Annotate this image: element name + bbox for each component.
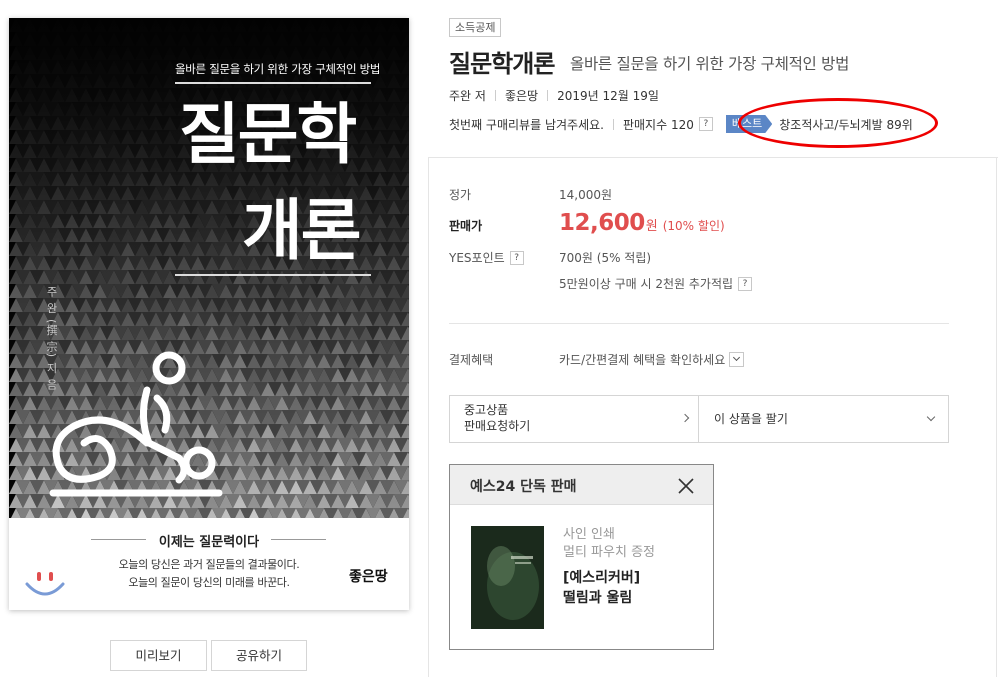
product-subtitle: 올바른 질문을 하기 위한 가장 구체적인 방법 [570,55,850,73]
used-sell-request-button[interactable]: 중고상품 판매요청하기 [450,396,699,442]
cover-white-panel: 이제는 질문력이다 오늘의 당신은 과거 질문들의 결과물이다. 오늘의 질문이… [9,518,409,610]
price-section-top-border [428,157,998,158]
discount-rate: (10% 할인) [662,219,725,233]
promo-line3: [예스리커버] [563,570,641,586]
yes-points-value: 700원 (5% 적립) [559,251,652,265]
close-icon[interactable] [677,477,695,495]
cover-rule-top [175,82,371,84]
used-label-line1: 중고상품 [464,403,509,417]
promo-title: 예스24 단독 판매 [470,479,577,495]
best-seller-tag: 베스트 [725,115,773,133]
extra-points-help-icon[interactable]: ? [738,276,753,291]
sale-price-unit: 원 [645,219,658,234]
exclusive-promo-popup: 예스24 단독 판매 사인 인쇄 멀티 파우치 증정 [예스리커버] 떨림과 울… [449,464,714,650]
divider [494,90,496,101]
sale-price: 12,600 원 (10% 할인) [559,210,725,236]
publisher-link[interactable]: 좋은땅 [505,87,538,104]
sell-this-item-dropdown[interactable]: 이 상품을 팔기 [700,396,948,442]
section-divider [449,323,949,324]
promo-line1: 사인 인쇄 [563,527,615,542]
cover-rule-bottom [175,274,371,276]
thinker-illustration-icon [49,351,223,497]
cover-publisher-logo: 좋은땅 [349,569,388,585]
chevron-down-icon [926,412,936,422]
sell-this-item-label: 이 상품을 팔기 [714,412,788,426]
sales-index: 판매지수 120 [622,117,694,132]
preview-button[interactable]: 미리보기 [110,640,207,671]
cover-title-line2: 개론 [242,192,361,269]
divider [547,90,549,101]
tax-deduction-badge: 소득공제 [449,18,502,37]
promo-book-title-link[interactable]: [예스리커버] 떨림과 울림 [563,568,640,608]
author-link[interactable]: 주완 저 [449,87,486,104]
list-price-value: 14,000원 [559,188,613,202]
payment-benefit-label: 결제혜택 [449,353,494,367]
promo-line2: 멀티 파우치 증정 [563,545,655,560]
yes-points-label: YES포인트 ? [449,249,524,266]
publish-date: 2019년 12월 19일 [557,89,659,103]
review-prompt-link[interactable]: 첫번째 구매리뷰를 남겨주세요. [449,116,604,133]
payment-benefit-dropdown-icon[interactable] [729,352,745,367]
smiley-icon [25,572,65,596]
used-goods-box: 중고상품 판매요청하기 이 상품을 팔기 [449,395,949,443]
payment-benefit-text: 카드/간편결제 혜택을 확인하세요 [559,353,726,367]
product-title: 질문학개론 [449,50,555,78]
share-button[interactable]: 공유하기 [211,640,307,671]
sale-price-value: 12,600 [559,210,645,236]
sales-index-help-icon[interactable]: ? [698,117,713,131]
cover-subtitle: 올바른 질문을 하기 위한 가장 구체적인 방법 [175,62,381,76]
payment-benefit: 카드/간편결제 혜택을 확인하세요 [559,351,745,368]
extra-points: 5만원이상 구매 시 2천원 추가적립 ? [559,275,753,292]
product-meta: 주완 저 좋은땅 2019년 12월 19일 [449,87,659,104]
recover-book-thumbnail[interactable] [471,526,544,629]
promo-header: 예스24 단독 판매 [450,465,713,505]
yes-points-label-text: YES포인트 [449,251,505,265]
extra-points-text: 5만원이상 구매 시 2천원 추가적립 [559,277,734,291]
best-category-rank-link[interactable]: 창조적사고/두뇌계발 89위 [779,116,913,133]
cover-tagline: 이제는 질문력이다 [158,535,260,550]
book-cover-image[interactable]: 올바른 질문을 하기 위한 가장 구체적인 방법 질문학 개론 주 완 (撰 宗… [9,18,409,610]
list-price-label: 정가 [449,188,472,202]
recover-book-art [471,526,544,629]
review-and-rank: 첫번째 구매리뷰를 남겨주세요. 판매지수 120 ? 베스트 창조적사고/두뇌… [449,115,913,133]
sale-price-label: 판매가 [449,219,483,233]
promo-line4: 떨림과 울림 [563,590,633,606]
used-label-line2: 판매요청하기 [464,419,531,433]
price-section-left-border [428,157,429,677]
divider [612,118,614,130]
cover-title-line1: 질문학 [179,96,357,173]
price-section-right-border [996,157,997,677]
cover-dark-panel: 올바른 질문을 하기 위한 가장 구체적인 방법 질문학 개론 주 완 (撰 宗… [9,18,409,518]
tagline-rule-right [271,539,326,540]
promo-gift-text: 사인 인쇄 멀티 파우치 증정 [563,526,655,562]
yes-points-help-icon[interactable]: ? [509,250,524,265]
